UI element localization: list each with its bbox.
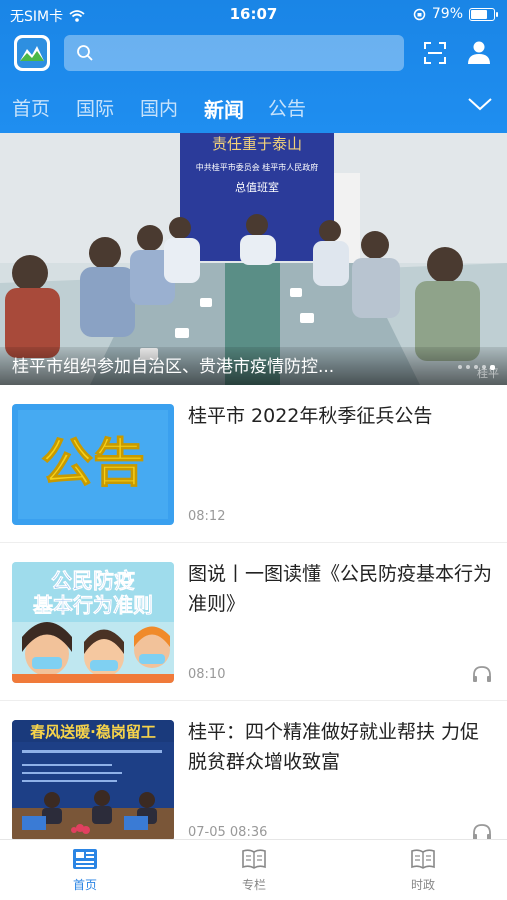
carousel-dot[interactable] [466, 365, 470, 369]
search-icon [77, 45, 93, 61]
user-icon[interactable] [466, 39, 492, 65]
news-item[interactable]: 公民防疫 基本行为准则 图说丨一图读懂《公民防疫基本行为准则》 08:10 [0, 543, 507, 701]
search-input[interactable] [64, 35, 404, 71]
app-header: 无SIM卡 16:07 79% 首页 国际 国内 新闻 公告 [0, 0, 507, 133]
app-logo[interactable] [14, 35, 50, 71]
news-time: 08:12 [188, 509, 226, 524]
banner-carousel[interactable]: 责任重于泰山 中共桂平市委员会 桂平市人民政府 总值班室 桂平市组织参加自治区、… [0, 133, 507, 385]
top-bar [0, 33, 507, 73]
news-list: 公告 桂平市 2022年秋季征兵公告 08:12 公民防疫 基本行为准则 图说丨… [0, 385, 507, 859]
nav-home[interactable]: 首页 [45, 848, 125, 893]
carousel-indicator [458, 365, 495, 370]
tab-home[interactable]: 首页 [12, 94, 50, 121]
battery-icon [469, 7, 498, 21]
tab-international[interactable]: 国际 [76, 94, 114, 121]
tab-news[interactable]: 新闻 [204, 94, 244, 123]
news-thumbnail: 公告 [12, 404, 174, 525]
carousel-dot[interactable] [490, 365, 495, 370]
tab-domestic[interactable]: 国内 [140, 94, 178, 121]
nav-politics-label: 时政 [410, 878, 435, 892]
scan-icon[interactable] [423, 41, 447, 65]
bottom-nav: 首页 专栏 时政 [0, 839, 507, 900]
orientation-lock-icon [413, 8, 426, 20]
news-item[interactable]: 春风送暖·稳岗留工 桂平：四个精准做好就业帮扶 力促脱贫群众增收致富 07-05… [0, 701, 507, 859]
logo-icon [17, 38, 47, 68]
carousel-dot[interactable] [458, 365, 462, 369]
book-icon [411, 849, 435, 869]
news-thumbnail: 春风送暖·稳岗留工 [12, 720, 174, 841]
news-time: 07-05 08:36 [188, 825, 268, 840]
thumb-text-1: 公民防疫 [51, 569, 135, 593]
home-news-icon [73, 849, 97, 869]
tab-announcement[interactable]: 公告 [268, 94, 306, 121]
nav-column-label: 专栏 [241, 878, 266, 892]
nav-column[interactable]: 专栏 [214, 848, 294, 893]
news-title[interactable]: 桂平：四个精准做好就业帮扶 力促脱贫群众增收致富 [188, 717, 493, 777]
nav-politics[interactable]: 时政 [383, 848, 463, 893]
news-title[interactable]: 图说丨一图读懂《公民防疫基本行为准则》 [188, 559, 493, 619]
sign-office: 总值班室 [235, 180, 279, 194]
carousel-dot[interactable] [474, 365, 478, 369]
carousel-dot[interactable] [482, 365, 486, 369]
news-time: 08:10 [188, 667, 226, 682]
battery-percent: 79% [431, 6, 463, 22]
banner-caption[interactable]: 桂平市组织参加自治区、贵港市疫情防控... [12, 352, 392, 377]
thumb-text-2: 基本行为准则 [33, 593, 153, 617]
book-icon [242, 849, 266, 869]
news-title[interactable]: 桂平市 2022年秋季征兵公告 [188, 401, 493, 431]
sign-org: 中共桂平市委员会 桂平市人民政府 [196, 162, 319, 172]
sign-title: 责任重于泰山 [212, 135, 302, 153]
category-tabs: 首页 国际 国内 新闻 公告 [0, 86, 507, 126]
headphones-icon[interactable] [471, 664, 493, 684]
status-bar: 无SIM卡 16:07 79% [0, 0, 507, 30]
thumb-text: 春风送暖·稳岗留工 [30, 723, 156, 741]
status-right: 79% [413, 6, 498, 22]
chevron-down-icon[interactable] [467, 94, 493, 114]
news-thumbnail: 公民防疫 基本行为准则 [12, 562, 174, 683]
nav-home-label: 首页 [72, 878, 97, 892]
news-item[interactable]: 公告 桂平市 2022年秋季征兵公告 08:12 [0, 385, 507, 543]
thumb-announcement-text: 公告 [41, 434, 145, 494]
